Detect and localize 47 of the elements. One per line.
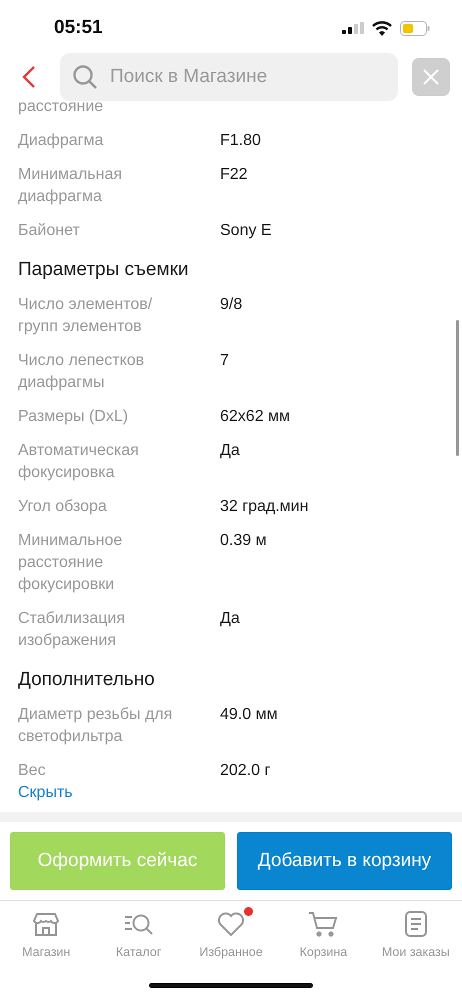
signal-icon <box>342 22 364 34</box>
section-heading: Параметры съемки <box>18 258 190 282</box>
chevron-left-icon <box>22 65 36 89</box>
spec-value: 0.39 м <box>220 531 267 551</box>
spec-label: расстояние <box>18 102 104 117</box>
status-time: 05:51 <box>54 17 103 39</box>
battery-icon <box>400 20 430 36</box>
tab-item[interactable]: Корзина <box>277 909 370 959</box>
hide-link[interactable]: Скрыть <box>18 782 73 804</box>
spec-value: 32 град.мин <box>220 497 308 517</box>
spec-label: Число элементов/ групп элементов <box>18 295 154 337</box>
spec-value: 9/8 <box>220 295 242 315</box>
spec-value: Да <box>220 441 240 461</box>
spec-value: Sony E <box>220 221 272 241</box>
close-icon <box>422 68 440 86</box>
document-icon <box>404 910 428 938</box>
spec-value: 7 <box>220 351 229 371</box>
tab-item[interactable]: Магазин <box>0 909 92 959</box>
spec-label: Минимальное расстояние фокусировки <box>18 531 124 595</box>
search-icon <box>72 64 98 90</box>
cart-icon <box>308 910 338 938</box>
wifi-icon <box>372 20 392 36</box>
spec-value: 202.0 г <box>220 761 270 781</box>
add-to-cart-button[interactable]: Добавить в корзину <box>237 832 452 890</box>
spec-value: F1.80 <box>220 131 261 151</box>
heart-icon <box>217 911 246 937</box>
tab-item[interactable]: Каталог <box>92 909 185 959</box>
spec-value: 62x62 мм <box>220 407 290 427</box>
spec-label: Угол обзора <box>18 497 108 517</box>
spec-label: Диафрагма <box>18 131 104 151</box>
spec-value: Да <box>220 609 240 629</box>
spec-label: Диаметр резьбы для светофильтра <box>18 705 174 747</box>
tab-item[interactable]: Избранное <box>184 909 278 959</box>
spec-value: 49.0 мм <box>220 705 278 725</box>
spec-label: Число лепестков диафрагмы <box>18 351 146 393</box>
spec-value: F22 <box>220 165 248 185</box>
tab-item[interactable]: Мои заказы <box>370 909 462 959</box>
spec-label: Вес <box>18 761 47 781</box>
search-field[interactable]: Поиск в Магазине <box>60 53 398 101</box>
checkout-button[interactable]: Оформить сейчас <box>10 832 225 890</box>
spec-label: Автоматическая фокусировка <box>18 441 140 483</box>
store-icon <box>32 910 60 938</box>
spec-label: Байонет <box>18 221 81 241</box>
section-heading: Дополнительно <box>18 668 156 692</box>
spec-label: Стабилизация изображения <box>18 609 126 651</box>
spec-label: Минимальная диафрагма <box>18 165 124 207</box>
spec-label: Размеры (DxL) <box>18 407 130 427</box>
